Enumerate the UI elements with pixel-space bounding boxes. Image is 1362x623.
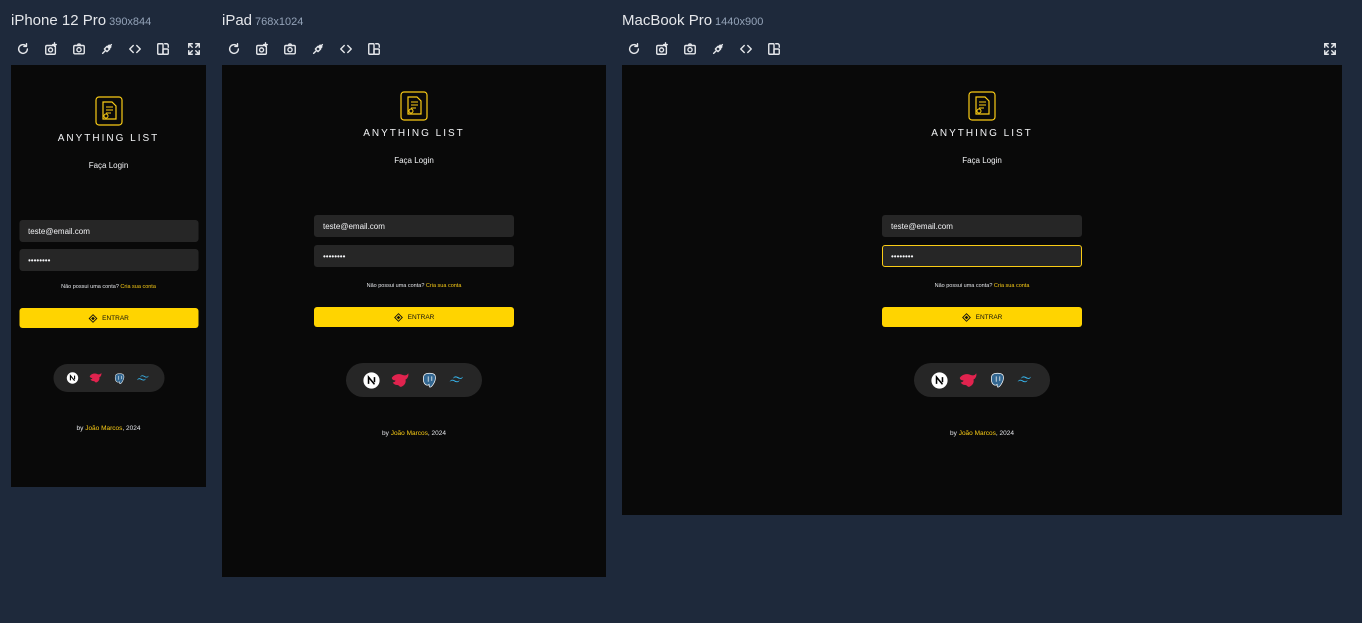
device-toolbar [11,40,206,58]
page-subtitle: Faça Login [394,156,434,165]
device-title: iPad 768x1024 [222,12,303,29]
signup-text: Não possui uma conta? [934,283,993,289]
password-field[interactable] [19,249,198,271]
diamond-icon [393,312,403,322]
device-toolbar [222,40,606,58]
rotate-icon[interactable] [154,40,172,58]
signup-prompt: Não possui uma conta? Cria sua conta [367,283,462,289]
screenshot-full-icon[interactable] [653,40,671,58]
device-screen: ANYTHING LIST Faça Login Não possui uma … [622,65,1342,515]
device-name: iPad [222,12,253,29]
camera-icon[interactable] [70,40,88,58]
code-icon[interactable] [126,40,144,58]
email-field[interactable] [314,215,514,237]
fullscreen-icon[interactable] [185,40,203,58]
signup-link[interactable]: Cria sua conta [994,283,1029,289]
signup-text: Não possui uma conta? [366,283,425,289]
footer-prefix: by [950,430,959,437]
password-field[interactable] [882,245,1082,267]
device-title: MacBook Pro 1440x900 [622,12,763,29]
nextjs-icon[interactable] [363,371,380,389]
tailwind-icon[interactable] [1017,375,1033,385]
diamond-icon [961,312,971,322]
nestjs-icon[interactable] [390,372,410,389]
diamond-icon [88,313,98,323]
page-subtitle: Faça Login [962,156,1002,165]
tailwind-icon[interactable] [137,374,151,383]
refresh-icon[interactable] [625,40,643,58]
fullscreen-icon[interactable] [1321,40,1339,58]
device-name: MacBook Pro [622,12,713,29]
refresh-icon[interactable] [14,40,32,58]
rotate-icon[interactable] [765,40,783,58]
camera-icon[interactable] [681,40,699,58]
footer-year: , 2024 [995,430,1014,437]
nestjs-icon[interactable] [958,372,978,389]
postgresql-icon[interactable] [421,371,439,389]
screenshot-full-icon[interactable] [42,40,60,58]
postgresql-icon[interactable] [989,371,1007,389]
tech-stack [914,363,1050,397]
device-screen: ANYTHING LIST Faça Login Não possui uma … [222,65,606,577]
screenshot-full-icon[interactable] [253,40,271,58]
login-button-label: ENTRAR [407,313,435,321]
footer-year: , 2024 [427,430,446,437]
footer-author-link[interactable]: João Marcos [85,425,122,432]
app-brand: ANYTHING LIST [57,133,160,144]
signup-text: Não possui uma conta? [61,284,119,290]
signup-link[interactable]: Cria sua conta [426,283,461,289]
signup-link[interactable]: Cria sua conta [120,284,155,290]
postgresql-icon[interactable] [113,372,126,385]
rotate-icon[interactable] [365,40,383,58]
plug-icon[interactable] [709,40,727,58]
page-subtitle: Faça Login [88,161,129,170]
device-dims: 1440x900 [715,16,764,28]
nextjs-icon[interactable] [66,372,78,384]
tech-stack [53,364,164,392]
device-dims: 768x1024 [255,16,304,28]
footer: by João Marcos, 2024 [950,430,1014,437]
footer: by João Marcos, 2024 [382,430,446,437]
refresh-icon[interactable] [225,40,243,58]
signup-prompt: Não possui uma conta? Cria sua conta [935,283,1030,289]
nestjs-icon[interactable] [89,372,103,384]
login-button[interactable]: ENTRAR [19,308,198,328]
app-brand: ANYTHING LIST [363,128,465,139]
plug-icon[interactable] [98,40,116,58]
email-field[interactable] [882,215,1082,237]
plug-icon[interactable] [309,40,327,58]
footer-author-link[interactable]: João Marcos [959,430,996,437]
footer-year: , 2024 [122,425,141,432]
footer-prefix: by [76,425,86,432]
login-button-label: ENTRAR [975,313,1003,321]
code-icon[interactable] [737,40,755,58]
device-name: iPhone 12 Pro [11,12,107,29]
app-logo-icon [400,91,428,121]
login-button[interactable]: ENTRAR [314,307,514,327]
nextjs-icon[interactable] [931,371,948,389]
tailwind-icon[interactable] [449,375,465,385]
footer: by João Marcos, 2024 [77,425,141,432]
camera-icon[interactable] [281,40,299,58]
code-icon[interactable] [337,40,355,58]
password-field[interactable] [314,245,514,267]
tech-stack [346,363,482,397]
app-logo-icon [94,96,123,126]
device-toolbar [622,40,1342,58]
footer-author-link[interactable]: João Marcos [391,430,428,437]
login-button[interactable]: ENTRAR [882,307,1082,327]
device-title: iPhone 12 Pro 390x844 [11,12,151,29]
device-screen: ANYTHING LIST Faça Login Não possui uma … [11,65,206,487]
device-dims: 390x844 [109,16,152,28]
signup-prompt: Não possui uma conta? Cria sua conta [61,284,156,290]
app-logo-icon [968,91,996,121]
login-button-label: ENTRAR [102,314,129,322]
email-field[interactable] [19,220,198,242]
footer-prefix: by [382,430,391,437]
app-brand: ANYTHING LIST [931,128,1033,139]
